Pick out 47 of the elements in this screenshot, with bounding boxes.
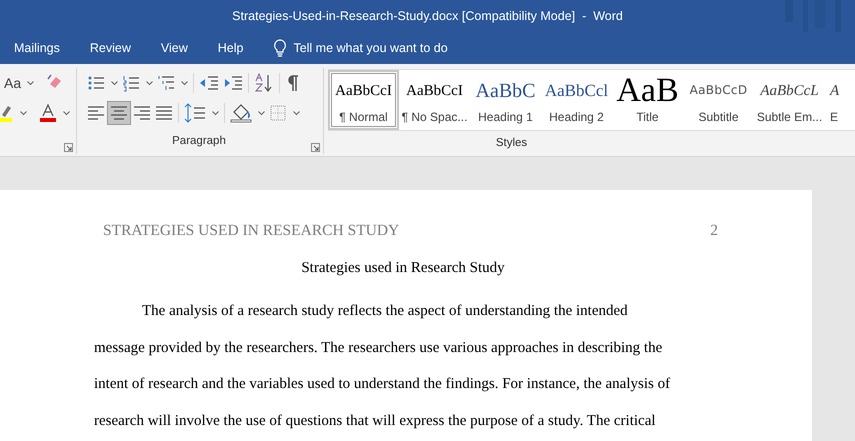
dialog-launcher-icon[interactable] [64,143,73,152]
ribbon-tab[interactable]: View [160,38,188,58]
caret-icon [293,110,300,116]
running-header: STRATEGIES USED IN RESEARCH STUDY [103,221,400,241]
ribbon-tab[interactable]: Help [218,38,244,58]
align-center-icon [110,105,128,121]
page-number: 2 [710,221,718,241]
font-color-icon [39,103,57,123]
caret-icon [20,110,27,116]
body-text-line: message provided by the researchers. The researchers use various approaches in describing the [94,338,662,358]
lightbulb-icon [273,39,288,57]
caret-icon [27,80,34,86]
highlighter-icon [0,103,14,123]
caret-icon [111,80,118,86]
body-text-line: research will involve the use of questions that will express the purpose of a study. The critical [94,412,656,430]
line-spacing-icon [184,103,206,123]
font-color-button[interactable] [37,101,72,125]
body-text-line: intent of research and the variables used to understand the findings. For instance, the analysis of [94,375,670,394]
line-spacing-button[interactable] [182,101,221,125]
group-label: Styles [494,136,528,151]
justify-icon [155,105,173,121]
ribbon-tab[interactable]: Review [90,38,131,58]
numbered-list-icon [122,74,140,92]
caret-icon [63,110,70,116]
dialog-launcher-icon[interactable] [311,143,320,152]
group-label: Paragraph [172,134,226,149]
caret-icon [181,80,188,86]
sort-icon [254,73,274,93]
increase-indent-icon [223,74,243,92]
window-title: Strategies-Used-in-Research-Study.docx [Compatibility Mode] - Word [232,8,623,25]
align-left-icon [87,105,105,121]
document-title: Strategies used in Research Study [300,259,506,278]
body-text-line: The analysis of a research study reflects the aspect of understanding the intended [142,302,628,321]
style-option[interactable]: AaBbCcI ¶ Normal [328,70,399,130]
borders-icon [269,104,287,122]
caret-icon [258,110,265,116]
change-case-button[interactable]: Aa [2,71,36,95]
paint-bucket-icon [230,103,252,123]
multilevel-list-icon [157,74,175,92]
bullet-list-icon [87,74,105,92]
caret-icon [212,110,219,116]
align-center-button[interactable] [107,101,131,125]
ribbon-tab[interactable]: Mailings [14,38,60,58]
tell-me-field[interactable]: Tell me what you want to do [293,38,494,58]
align-right-icon [133,105,151,121]
decrease-indent-icon [199,74,219,92]
caret-icon [146,80,153,86]
